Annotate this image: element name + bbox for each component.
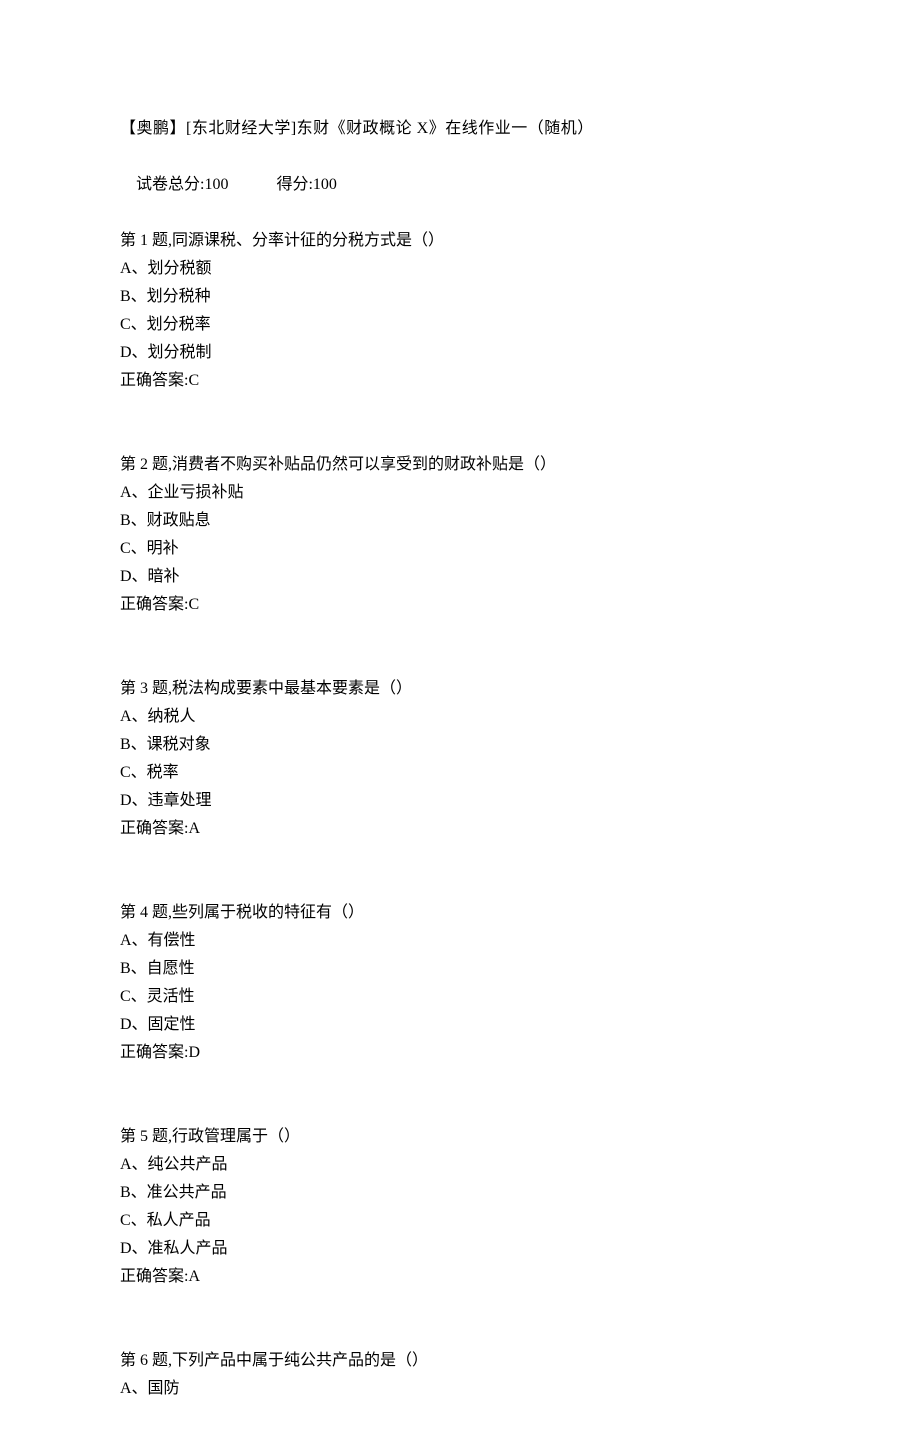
question-option: A、纳税人 [120,703,800,731]
block-spacer [120,395,800,451]
score-got: 得分:100 [276,176,336,193]
question-option: C、划分税率 [120,311,800,339]
question-option: B、课税对象 [120,731,800,759]
question-answer: 正确答案:A [120,1263,800,1291]
question-block: 第 5 题,行政管理属于（） A、纯公共产品 B、准公共产品 C、私人产品 D、… [120,1123,800,1291]
question-answer: 正确答案:A [120,815,800,843]
question-option: A、有偿性 [120,927,800,955]
question-option: D、准私人产品 [120,1235,800,1263]
question-option: A、划分税额 [120,255,800,283]
doc-title: 【奥鹏】[东北财经大学]东财《财政概论 X》在线作业一（随机） [120,115,800,143]
question-block: 第 4 题,些列属于税收的特征有（） A、有偿性 B、自愿性 C、灵活性 D、固… [120,899,800,1067]
score-line: 试卷总分:100 得分:100 [120,143,800,227]
question-option: A、国防 [120,1375,800,1403]
question-block: 第 1 题,同源课税、分率计征的分税方式是（） A、划分税额 B、划分税种 C、… [120,227,800,395]
question-option: B、自愿性 [120,955,800,983]
question-option: C、税率 [120,759,800,787]
question-option: C、灵活性 [120,983,800,1011]
question-answer: 正确答案:C [120,591,800,619]
block-spacer [120,1067,800,1123]
document-page: 【奥鹏】[东北财经大学]东财《财政概论 X》在线作业一（随机） 试卷总分:100… [0,0,920,1453]
score-total: 试卷总分:100 [136,176,228,193]
question-option: D、暗补 [120,563,800,591]
question-answer: 正确答案:C [120,367,800,395]
question-option: B、财政贴息 [120,507,800,535]
question-stem: 第 4 题,些列属于税收的特征有（） [120,899,800,927]
question-option: A、企业亏损补贴 [120,479,800,507]
question-option: A、纯公共产品 [120,1151,800,1179]
question-stem: 第 3 题,税法构成要素中最基本要素是（） [120,675,800,703]
question-option: D、划分税制 [120,339,800,367]
question-stem: 第 6 题,下列产品中属于纯公共产品的是（） [120,1347,800,1375]
question-block: 第 3 题,税法构成要素中最基本要素是（） A、纳税人 B、课税对象 C、税率 … [120,675,800,843]
question-stem: 第 1 题,同源课税、分率计征的分税方式是（） [120,227,800,255]
block-spacer [120,843,800,899]
question-option: B、准公共产品 [120,1179,800,1207]
question-block: 第 6 题,下列产品中属于纯公共产品的是（） A、国防 [120,1347,800,1403]
question-block: 第 2 题,消费者不购买补贴品仍然可以享受到的财政补贴是（） A、企业亏损补贴 … [120,451,800,619]
question-option: C、明补 [120,535,800,563]
block-spacer [120,619,800,675]
question-option: B、划分税种 [120,283,800,311]
question-answer: 正确答案:D [120,1039,800,1067]
question-stem: 第 2 题,消费者不购买补贴品仍然可以享受到的财政补贴是（） [120,451,800,479]
question-option: C、私人产品 [120,1207,800,1235]
question-option: D、违章处理 [120,787,800,815]
question-option: D、固定性 [120,1011,800,1039]
block-spacer [120,1291,800,1347]
question-stem: 第 5 题,行政管理属于（） [120,1123,800,1151]
